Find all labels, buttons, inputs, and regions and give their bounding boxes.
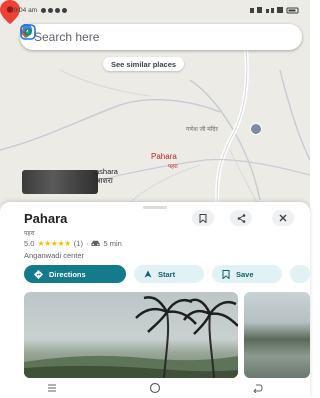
save-label: Save [236, 269, 254, 279]
place-native-name: पहरा [24, 231, 35, 237]
directions-button[interactable]: Directions [24, 265, 126, 283]
recent-apps-button[interactable] [37, 381, 67, 395]
home-button[interactable] [140, 381, 170, 395]
more-actions-chip[interactable] [290, 265, 310, 283]
share-icon [237, 213, 245, 223]
drag-handle[interactable] [143, 206, 167, 209]
bookmark-icon [199, 213, 207, 223]
start-button[interactable]: Start [134, 265, 204, 283]
back-icon [253, 384, 263, 393]
lens-icon[interactable] [20, 24, 36, 40]
photo-carousel[interactable] [24, 292, 310, 378]
palm-trees-photo [24, 296, 238, 378]
bookmark-icon [222, 269, 230, 279]
temple-map-icon[interactable] [250, 123, 262, 135]
review-count[interactable]: (1) [74, 239, 83, 248]
rating-value: 5.0 [24, 239, 35, 248]
selected-place-map-label[interactable]: Pahara [151, 152, 177, 161]
system-icons [250, 6, 300, 14]
search-input[interactable]: Search here [34, 30, 294, 44]
car-icon [91, 240, 101, 246]
back-button[interactable] [243, 381, 273, 395]
status-time: 10:04 am [10, 6, 38, 14]
save-button[interactable]: Save [212, 265, 282, 283]
place-details-sheet[interactable]: Pahara पहरा 5.0 ★★★★★ (1) · 5 min Anganw… [0, 202, 310, 398]
close-icon [279, 214, 287, 222]
notification-icons [41, 7, 68, 13]
navigation-arrow-icon [144, 270, 152, 278]
rating-stars: ★★★★★ [37, 239, 71, 248]
place-title: Pahara [24, 211, 68, 226]
start-label: Start [158, 269, 176, 279]
save-icon-button[interactable] [192, 210, 214, 226]
action-chips: Directions Start Save [24, 265, 310, 283]
share-button[interactable] [230, 210, 252, 226]
close-button[interactable] [272, 210, 294, 226]
signal-battery-icon [250, 6, 299, 13]
map-view[interactable]: Search here See similar places गणेश जी म… [0, 0, 310, 212]
status-bar: 10:04 am [0, 0, 310, 20]
temple-map-label[interactable]: गणेश जी मंदिर [186, 125, 218, 133]
nearby-place-label[interactable]: ashara आशरा [95, 167, 118, 185]
system-navigation-bar [0, 378, 310, 398]
rating-row[interactable]: 5.0 ★★★★★ (1) · 5 min [24, 239, 122, 248]
selected-place-map-sublabel: पहरा [168, 164, 178, 170]
nearby-place-thumbnail[interactable] [22, 170, 98, 194]
directions-label: Directions [49, 269, 86, 279]
place-photo-secondary[interactable] [244, 292, 310, 378]
search-bar[interactable]: Search here [20, 24, 302, 50]
directions-icon [34, 269, 43, 279]
home-circle-icon [149, 382, 161, 394]
menu-icon [47, 384, 56, 392]
drive-time: 5 min [103, 239, 122, 248]
see-similar-places-chip[interactable]: See similar places [103, 57, 185, 71]
place-category: Anganwadi center [24, 251, 85, 260]
place-photo[interactable] [24, 292, 238, 378]
